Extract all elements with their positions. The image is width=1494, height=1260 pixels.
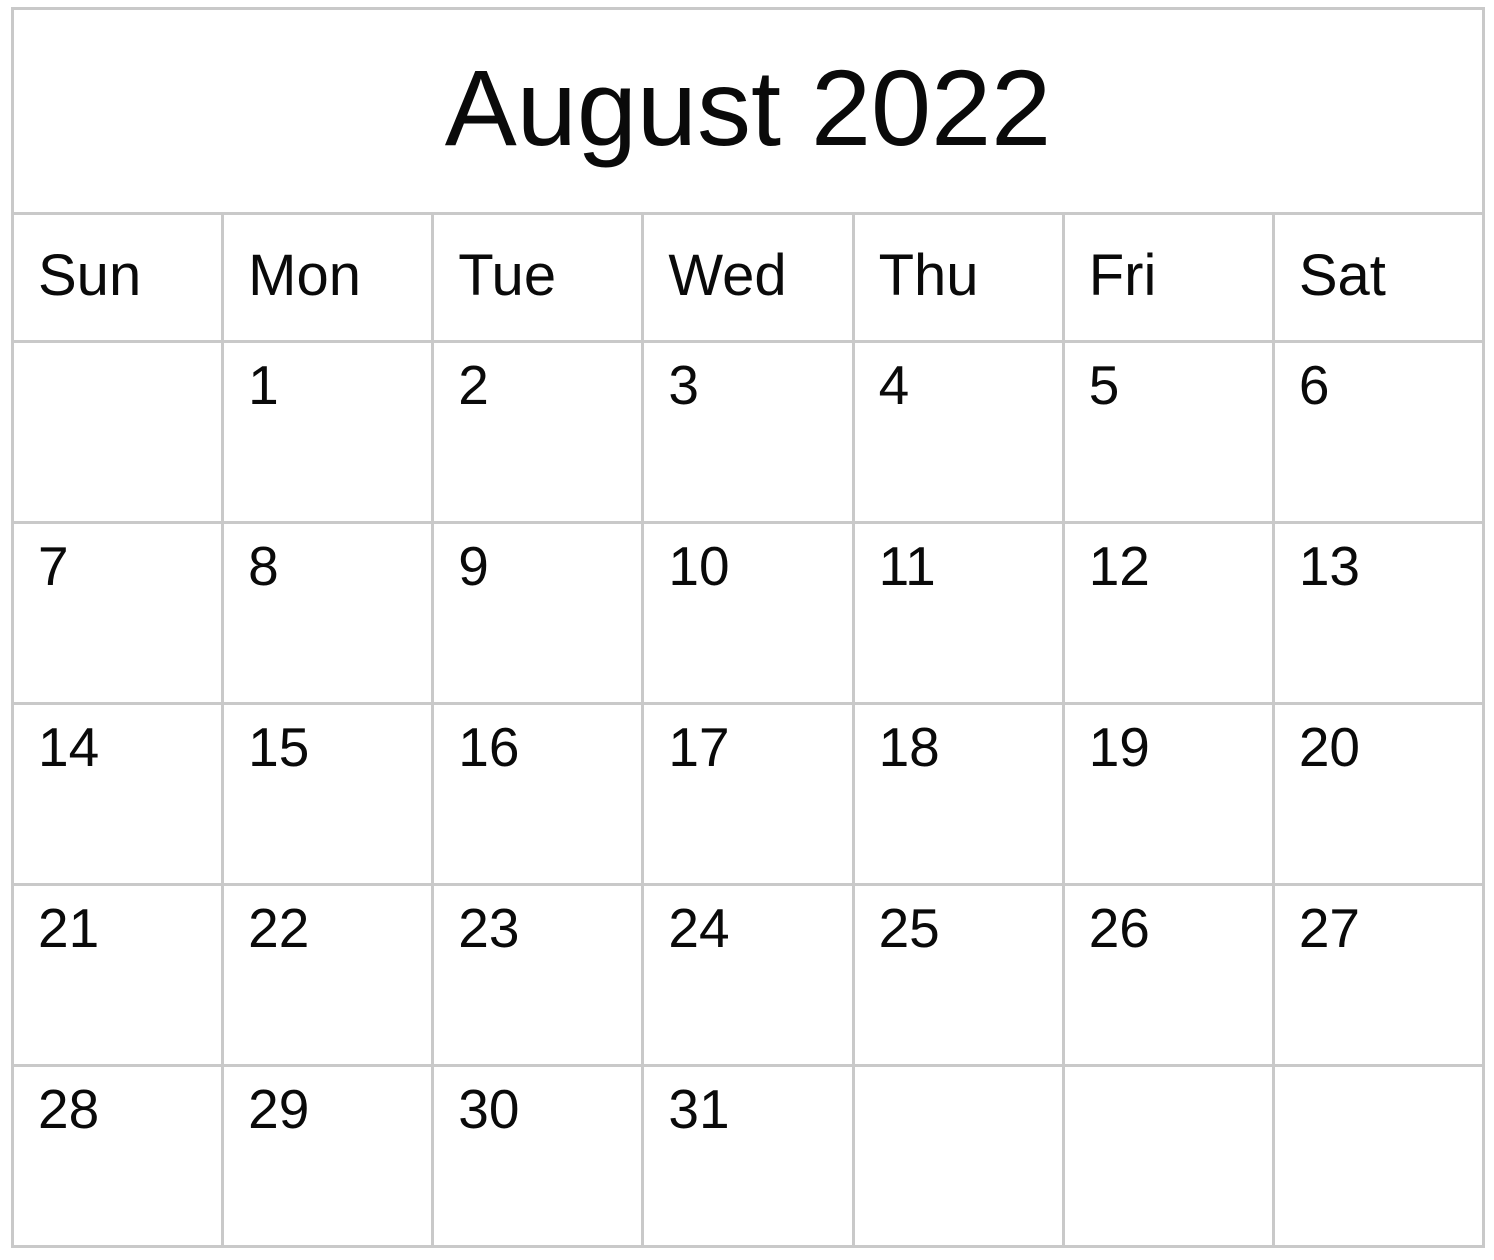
day-cell[interactable] bbox=[1275, 1067, 1482, 1245]
day-cell[interactable] bbox=[14, 343, 225, 521]
weekday-header-sat: Sat bbox=[1275, 215, 1482, 340]
calendar-weeks: 1 2 3 4 5 6 7 8 9 10 11 12 13 14 15 16 1… bbox=[14, 343, 1482, 1245]
day-number: 26 bbox=[1088, 897, 1150, 959]
weekday-label: Fri bbox=[1088, 242, 1157, 308]
day-cell[interactable]: 2 bbox=[434, 343, 645, 521]
week-row: 7 8 9 10 11 12 13 bbox=[14, 524, 1482, 705]
weekday-header-row: Sun Mon Tue Wed Thu Fri Sat bbox=[14, 215, 1482, 343]
day-cell[interactable]: 6 bbox=[1275, 343, 1482, 521]
day-cell[interactable] bbox=[1065, 1067, 1275, 1245]
weekday-label: Wed bbox=[668, 242, 787, 308]
day-cell[interactable]: 17 bbox=[644, 705, 855, 883]
day-cell[interactable]: 20 bbox=[1275, 705, 1482, 883]
day-number: 4 bbox=[878, 354, 910, 416]
day-cell[interactable]: 30 bbox=[434, 1067, 645, 1245]
day-cell[interactable]: 22 bbox=[224, 886, 435, 1064]
month-year-title: August 2022 bbox=[444, 47, 1052, 168]
calendar-grid: August 2022 Sun Mon Tue Wed Thu Fri Sat bbox=[11, 7, 1485, 1248]
day-cell[interactable]: 11 bbox=[855, 524, 1065, 702]
day-number: 21 bbox=[38, 897, 100, 959]
week-row: 28 29 30 31 bbox=[14, 1067, 1482, 1245]
day-number: 25 bbox=[878, 897, 940, 959]
day-number: 7 bbox=[38, 535, 69, 597]
day-number: 30 bbox=[458, 1078, 520, 1140]
day-number: 8 bbox=[248, 535, 279, 597]
day-cell[interactable]: 26 bbox=[1065, 886, 1275, 1064]
weekday-label: Thu bbox=[878, 242, 979, 308]
day-number: 14 bbox=[38, 716, 100, 778]
day-cell[interactable]: 25 bbox=[855, 886, 1065, 1064]
day-number: 1 bbox=[248, 354, 279, 416]
day-cell[interactable]: 16 bbox=[434, 705, 645, 883]
day-number: 18 bbox=[878, 716, 940, 778]
weekday-label: Sun bbox=[38, 242, 142, 308]
day-number: 29 bbox=[248, 1078, 310, 1140]
weekday-header-tue: Tue bbox=[434, 215, 645, 340]
day-number: 2 bbox=[458, 354, 489, 416]
day-number: 12 bbox=[1088, 535, 1150, 597]
day-number: 16 bbox=[458, 716, 520, 778]
day-cell[interactable]: 12 bbox=[1065, 524, 1275, 702]
day-number: 13 bbox=[1298, 535, 1361, 597]
day-cell[interactable]: 23 bbox=[434, 886, 645, 1064]
day-number: 31 bbox=[668, 1078, 730, 1140]
day-cell[interactable]: 7 bbox=[14, 524, 225, 702]
day-cell[interactable]: 24 bbox=[644, 886, 855, 1064]
week-row: 14 15 16 17 18 19 20 bbox=[14, 705, 1482, 886]
day-number: 19 bbox=[1088, 716, 1150, 778]
day-number: 10 bbox=[668, 535, 730, 597]
calendar-page: August 2022 Sun Mon Tue Wed Thu Fri Sat bbox=[0, 0, 1494, 1260]
day-cell[interactable]: 8 bbox=[224, 524, 435, 702]
day-cell[interactable]: 31 bbox=[644, 1067, 855, 1245]
day-cell[interactable]: 18 bbox=[855, 705, 1065, 883]
day-number: 3 bbox=[668, 354, 700, 416]
day-cell[interactable]: 28 bbox=[14, 1067, 225, 1245]
day-cell[interactable]: 29 bbox=[224, 1067, 435, 1245]
weekday-header-thu: Thu bbox=[855, 215, 1065, 340]
day-number: 22 bbox=[248, 897, 310, 959]
calendar-title-row: August 2022 bbox=[14, 10, 1482, 215]
day-number: 20 bbox=[1298, 716, 1361, 778]
weekday-header-mon: Mon bbox=[224, 215, 435, 340]
day-number: 27 bbox=[1298, 897, 1361, 959]
day-number: 15 bbox=[248, 716, 310, 778]
day-number: 6 bbox=[1298, 354, 1330, 416]
day-cell[interactable]: 10 bbox=[644, 524, 855, 702]
day-cell[interactable]: 21 bbox=[14, 886, 225, 1064]
weekday-header-wed: Wed bbox=[644, 215, 855, 340]
weekday-label: Tue bbox=[458, 242, 557, 308]
day-cell[interactable]: 1 bbox=[224, 343, 435, 521]
day-cell[interactable]: 14 bbox=[14, 705, 225, 883]
day-cell[interactable]: 13 bbox=[1275, 524, 1482, 702]
day-number: 9 bbox=[458, 535, 489, 597]
day-cell[interactable]: 4 bbox=[855, 343, 1065, 521]
day-cell[interactable]: 9 bbox=[434, 524, 645, 702]
week-row: 21 22 23 24 25 26 27 bbox=[14, 886, 1482, 1067]
day-cell[interactable]: 3 bbox=[644, 343, 855, 521]
day-number: 24 bbox=[668, 897, 730, 959]
day-number: 5 bbox=[1088, 354, 1120, 416]
day-cell[interactable]: 15 bbox=[224, 705, 435, 883]
week-row: 1 2 3 4 5 6 bbox=[14, 343, 1482, 524]
day-number: 23 bbox=[458, 897, 520, 959]
day-number: 11 bbox=[878, 535, 936, 597]
weekday-header-sun: Sun bbox=[14, 215, 225, 340]
weekday-header-fri: Fri bbox=[1065, 215, 1275, 340]
weekday-label: Sat bbox=[1298, 242, 1386, 308]
day-cell[interactable]: 27 bbox=[1275, 886, 1482, 1064]
day-cell[interactable] bbox=[855, 1067, 1065, 1245]
weekday-label: Mon bbox=[248, 242, 361, 308]
day-cell[interactable]: 19 bbox=[1065, 705, 1275, 883]
day-cell[interactable]: 5 bbox=[1065, 343, 1275, 521]
day-number: 17 bbox=[668, 716, 730, 778]
day-number: 28 bbox=[38, 1078, 100, 1140]
